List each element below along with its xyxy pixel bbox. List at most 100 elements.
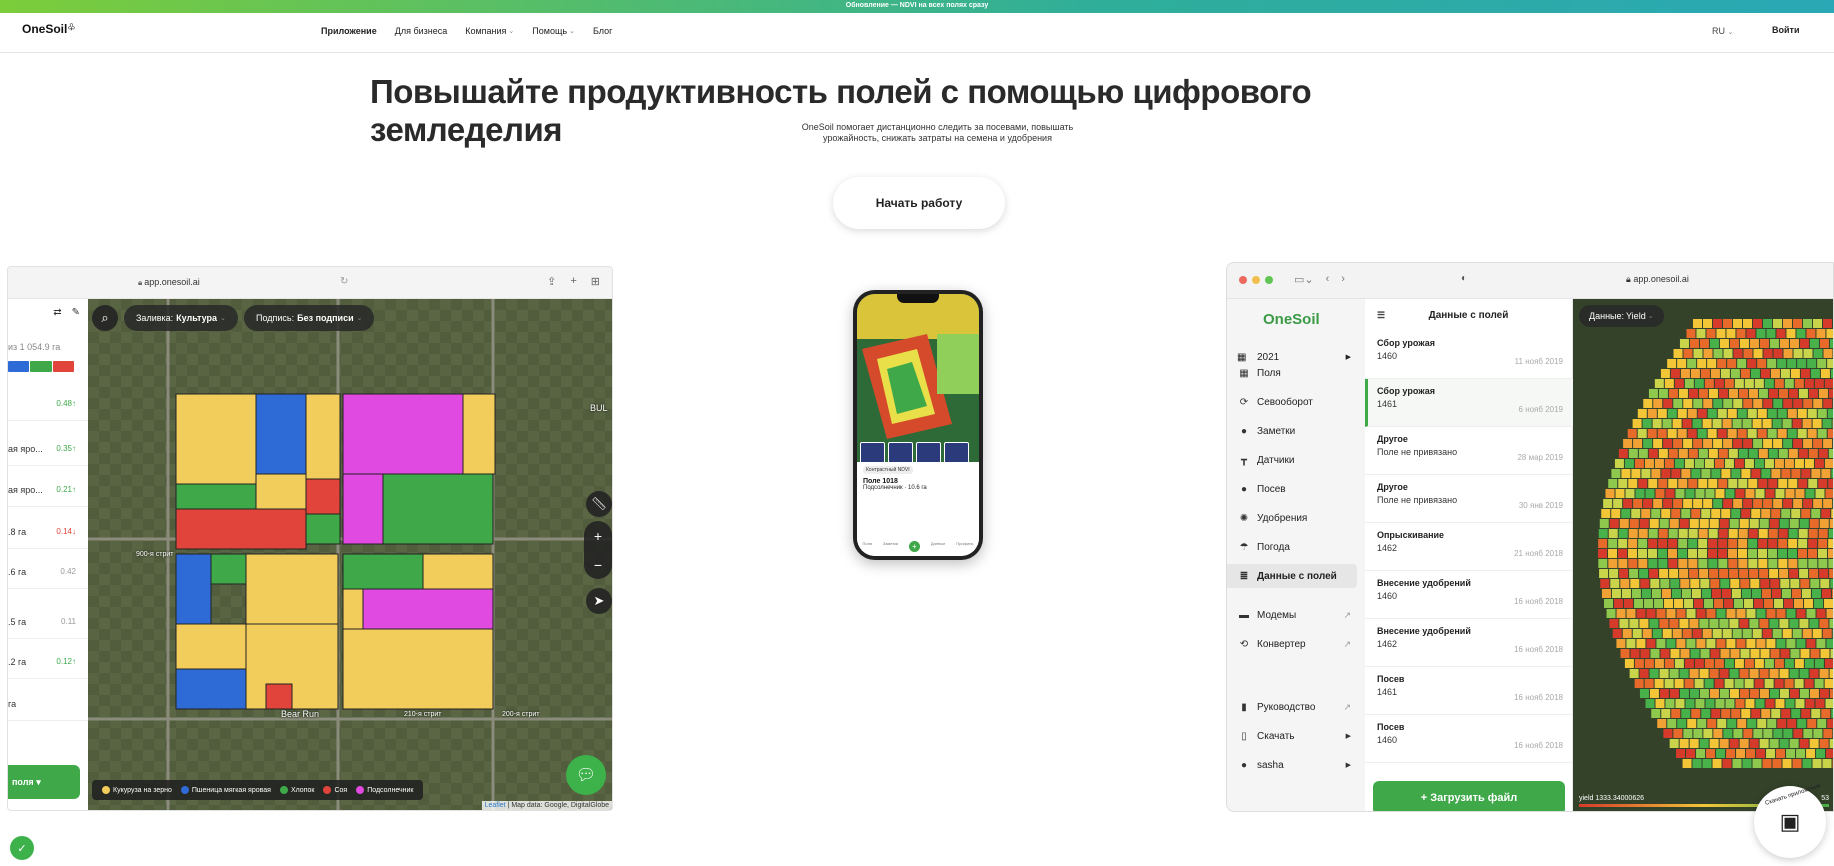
leaflet-link[interactable]: Leaflet <box>485 802 506 809</box>
zoom-in-icon[interactable]: + <box>594 528 602 544</box>
maximize-icon[interactable] <box>1265 276 1273 284</box>
hero-subtitle: OneSoil помогает дистанционно следить за… <box>801 122 1074 143</box>
nav-item-app[interactable]: Приложение <box>316 23 382 39</box>
field-data-item[interactable]: Внесение удобрений 1462 16 нояб 2018 <box>1365 619 1573 667</box>
tab-profile[interactable]: Профиль <box>956 541 973 552</box>
field-row[interactable]: .8 га 0.14↓ <box>8 509 88 549</box>
add-field-button[interactable]: поля ▾ <box>8 765 80 799</box>
record-type: Посев <box>1377 722 1405 732</box>
menu-item-label: Скачать <box>1257 730 1295 742</box>
menu-item[interactable]: ✺ Удобрения <box>1227 506 1357 530</box>
brand-logo[interactable]: OneSoil <box>1263 311 1320 328</box>
reload-icon[interactable]: ↻ <box>340 276 348 287</box>
fill-selector[interactable]: Заливка: Культура ⌄ <box>124 305 238 331</box>
field-data-item[interactable]: Сбор урожая 1461 6 нояб 2019 <box>1365 379 1573 427</box>
nav-item-business[interactable]: Для бизнеса <box>390 23 453 39</box>
field-row-value: 0.48↑ <box>56 399 76 408</box>
login-button[interactable]: Войти <box>1772 25 1799 35</box>
share-icon[interactable]: ⇪ <box>547 275 556 288</box>
privacy-icon[interactable]: ◐ <box>1461 273 1467 284</box>
sidebar-toggle-icon[interactable]: ▭⌄ <box>1294 273 1314 286</box>
menu-item-label: Данные с полей <box>1257 570 1337 582</box>
ruler-icon[interactable]: 📏︎ <box>586 491 612 517</box>
chat-icon[interactable]: 💬︎ <box>566 755 606 795</box>
start-button[interactable]: Начать работу <box>833 177 1005 229</box>
fields-map[interactable]: ⌕ Заливка: Культура ⌄ Подпись: Без подписи ⌄… <box>88 299 612 810</box>
menu-item[interactable]: ⟳ Севооборот <box>1227 390 1357 414</box>
thumbnail[interactable] <box>944 442 969 464</box>
menu-icon[interactable]: ☰ <box>1377 310 1385 321</box>
field-row[interactable]: .6 га 0.42 <box>8 549 88 589</box>
thumbnail[interactable] <box>888 442 913 464</box>
new-tab-icon[interactable]: + <box>570 275 576 288</box>
menu-item[interactable]: ┳ Датчики <box>1227 448 1357 472</box>
edit-icon[interactable]: ✎ <box>72 307 80 318</box>
field-row[interactable]: ая яро... 0.35↑ <box>8 426 88 466</box>
menu-item[interactable]: ☂ Погода <box>1227 535 1357 559</box>
upload-file-button[interactable]: + Загрузить файл <box>1373 781 1565 811</box>
yield-map[interactable]: Данные: Yield ⌄ yield 1333.34000626 53 <box>1573 299 1833 811</box>
menu-item[interactable]: ▮ Руководство ↗ <box>1227 695 1357 719</box>
menu-item[interactable]: ▦ Поля <box>1227 361 1357 385</box>
address-bar[interactable]: 🔒︎ app.onesoil.ai <box>1626 274 1689 285</box>
field-name: Поле 1018 <box>863 478 898 485</box>
menu-item[interactable]: ≣ Данные с полей <box>1227 564 1357 588</box>
mobile-app-showcase: Контрастный NDVI Поле 1018 Подсолнечник … <box>676 262 1172 837</box>
thumbnail[interactable] <box>860 442 885 464</box>
menu-item[interactable]: ⟲ Конвертер ↗ <box>1227 632 1357 656</box>
field-data-item[interactable]: Другое Поле не привязано 30 янв 2019 <box>1365 475 1573 523</box>
field-data-item[interactable]: Другое Поле не привязано 28 мар 2019 <box>1365 427 1573 475</box>
search-icon[interactable]: ⌕ <box>92 305 118 331</box>
caption-selector[interactable]: Подпись: Без подписи ⌄ <box>244 305 375 331</box>
field-data-item[interactable]: Опрыскивание 1462 21 нояб 2018 <box>1365 523 1573 571</box>
menu-item[interactable]: ● Посев <box>1227 477 1357 501</box>
locate-icon[interactable]: ➤ <box>586 588 612 614</box>
area-summary: из 1 054.9 га <box>8 342 61 352</box>
onesoil-logo[interactable]: OneSoil♧ <box>22 22 75 36</box>
field-data-item[interactable]: Посев 1460 16 нояб 2018 <box>1365 715 1573 763</box>
data-layer-selector[interactable]: Данные: Yield ⌄ <box>1579 305 1664 327</box>
filter-icon[interactable]: ⇄ <box>53 307 61 318</box>
tab-notes[interactable]: Заметки <box>883 541 898 552</box>
field-row[interactable]: .2 га 0.12↑ <box>8 639 88 679</box>
language-selector[interactable]: RU ⌄ <box>1712 26 1733 36</box>
field-data-item[interactable]: Посев 1461 16 нояб 2018 <box>1365 667 1573 715</box>
field-data-item[interactable]: Внесение удобрений 1460 16 нояб 2018 <box>1365 571 1573 619</box>
menu-item-label: Погода <box>1257 541 1290 553</box>
tab-fields[interactable]: Поля <box>862 541 872 552</box>
field-row[interactable]: га <box>8 681 88 721</box>
announcement-bar[interactable]: Обновление — NDVI на всех полях сразу <box>0 0 1834 13</box>
zoom-out-icon[interactable]: − <box>594 557 602 573</box>
menu-item[interactable]: ● Заметки <box>1227 419 1357 443</box>
url-text: app.onesoil.ai <box>144 277 200 287</box>
minimize-icon[interactable] <box>1252 276 1260 284</box>
field-data-item[interactable]: Сбор урожая 1460 11 нояб 2019 <box>1365 331 1573 379</box>
menu-item[interactable]: ▬ Модемы ↗ <box>1227 603 1357 627</box>
help-icon[interactable]: ✓ <box>10 836 34 860</box>
field-row[interactable]: 0.48↑ <box>8 381 88 421</box>
crop-colorbar <box>8 361 75 372</box>
list-title: Данные с полей <box>1428 309 1509 321</box>
forward-icon[interactable]: › <box>1341 273 1345 286</box>
chevron-down-icon: ⌄ <box>1727 29 1734 36</box>
nav-item-company[interactable]: Компания ⌄ <box>460 23 519 39</box>
menu-item[interactable]: ▯ Скачать ▶ <box>1227 724 1357 748</box>
close-icon[interactable] <box>1239 276 1247 284</box>
menu-item[interactable]: ● sasha ▶ <box>1227 753 1357 777</box>
add-icon[interactable]: + <box>909 541 921 552</box>
yield-max: 53 <box>1821 795 1829 802</box>
tabs-grid-icon[interactable]: ⊞ <box>591 275 600 288</box>
ndvi-selector[interactable]: Контрастный NDVI <box>863 466 913 474</box>
download-app-qr[interactable]: Скачать приложение ▣ <box>1754 783 1826 858</box>
address-bar[interactable]: 🔒︎ app.onesoil.ai <box>138 277 200 288</box>
field-row[interactable]: .5 га 0.11 <box>8 599 88 639</box>
caption-value: Без подписи <box>297 313 354 323</box>
record-date: 30 янв 2019 <box>1518 501 1563 510</box>
back-icon[interactable]: ‹ <box>1326 273 1330 286</box>
tab-data[interactable]: Данные <box>931 541 945 552</box>
nav-item-help[interactable]: Помощь ⌄ <box>527 23 580 39</box>
nav-item-blog[interactable]: Блог <box>588 23 617 39</box>
field-row[interactable]: ая яро... 0.21↑ <box>8 467 88 507</box>
thumbnail[interactable] <box>916 442 941 464</box>
ndvi-map-graphic <box>857 294 979 464</box>
